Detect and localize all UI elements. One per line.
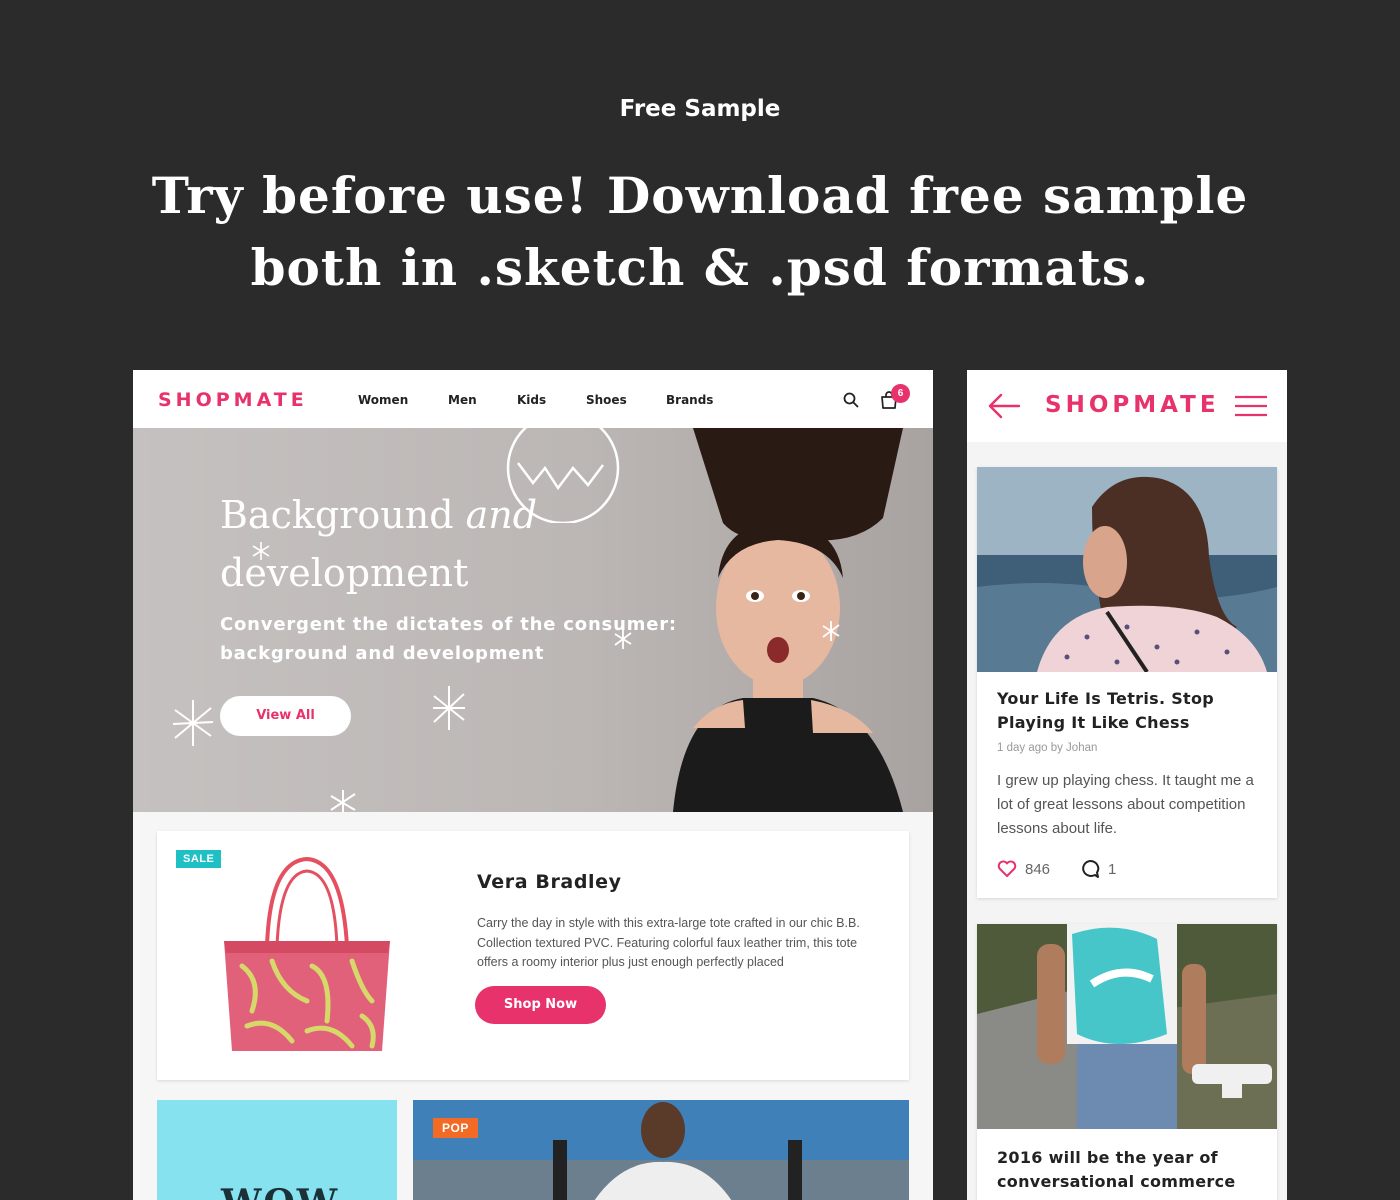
mobile-brand-logo[interactable]: SHOPMATE — [1045, 392, 1220, 418]
sparkle-doodle — [330, 790, 356, 812]
hero-title-word1: Background — [220, 493, 454, 537]
mobile-header: SHOPMATE — [967, 370, 1287, 442]
nav-item-men[interactable]: Men — [448, 393, 477, 407]
wow-text: WOW — [221, 1182, 339, 1200]
article-card[interactable]: Your Life Is Tetris. Stop Playing It Lik… — [977, 467, 1277, 898]
man-with-drone-photo — [977, 924, 1277, 1129]
mobile-mockup: SHOPMATE Your Life Is Tetris. Stop Playi… — [967, 370, 1287, 1200]
nav-item-shoes[interactable]: Shoes — [586, 393, 627, 407]
view-all-button[interactable]: View All — [220, 696, 351, 736]
nav-item-kids[interactable]: Kids — [517, 393, 546, 407]
sparkle-doodle — [172, 700, 214, 746]
intro-title: Try before use! Download free sample bot… — [0, 160, 1400, 304]
back-arrow-icon[interactable] — [987, 392, 1021, 420]
product-name[interactable]: Vera Bradley — [477, 871, 622, 893]
article-title[interactable]: 2016 will be the year of conversational … — [997, 1146, 1267, 1194]
product-card: SALE Vera Bradley Carry the day in style… — [157, 831, 909, 1080]
tote-bag-image[interactable] — [212, 851, 397, 1061]
hamburger-menu-icon[interactable] — [1234, 395, 1268, 417]
hero-woman-photo — [673, 428, 903, 812]
desktop-header: SHOPMATE Women Men Kids Shoes Brands 6 — [133, 370, 933, 428]
intro-title-line1: Try before use! Download free sample — [151, 166, 1249, 225]
pop-promo-tile[interactable]: POP — [413, 1100, 909, 1200]
article-meta: 1 day ago by Johan — [997, 742, 1098, 754]
sparkle-doodle — [433, 686, 465, 730]
woman-by-sea-photo — [977, 467, 1277, 672]
article-title[interactable]: Your Life Is Tetris. Stop Playing It Lik… — [997, 687, 1267, 735]
nav-item-women[interactable]: Women — [358, 393, 408, 407]
comments-count: 1 — [1108, 860, 1117, 878]
intro-label: Free Sample — [619, 96, 781, 122]
desktop-mockup: SHOPMATE Women Men Kids Shoes Brands 6 B… — [133, 370, 933, 1200]
product-description: Carry the day in style with this extra-l… — [477, 916, 860, 969]
brand-logo[interactable]: SHOPMATE — [158, 389, 308, 411]
search-icon[interactable] — [842, 391, 860, 409]
comment-icon[interactable] — [1080, 859, 1100, 879]
likes-count: 846 — [1025, 860, 1051, 878]
heart-icon[interactable] — [997, 860, 1017, 878]
hero-subtitle: Convergent the dictates of the consumer:… — [220, 614, 677, 664]
hero-title-italic: and — [465, 493, 538, 537]
article-card[interactable]: 2016 will be the year of conversational … — [977, 924, 1277, 1200]
hero-banner: Background and development Convergent th… — [133, 428, 933, 812]
hero-title: Background and development — [220, 486, 640, 602]
cart-count-badge: 6 — [891, 384, 910, 403]
sparkle-doodle — [822, 621, 840, 641]
nav-item-brands[interactable]: Brands — [666, 393, 713, 407]
article-excerpt: I grew up playing chess. It taught me a … — [997, 772, 1254, 837]
article-stats: 846 1 — [997, 857, 1116, 881]
man-athlete-photo — [413, 1100, 909, 1200]
wow-promo-tile[interactable]: WOW — [157, 1100, 397, 1200]
hero-title-word2: development — [220, 551, 469, 595]
pop-badge: POP — [433, 1118, 478, 1138]
shop-now-button[interactable]: Shop Now — [475, 986, 606, 1024]
intro-title-line2: both in .sketch & .psd formats. — [250, 238, 1150, 297]
